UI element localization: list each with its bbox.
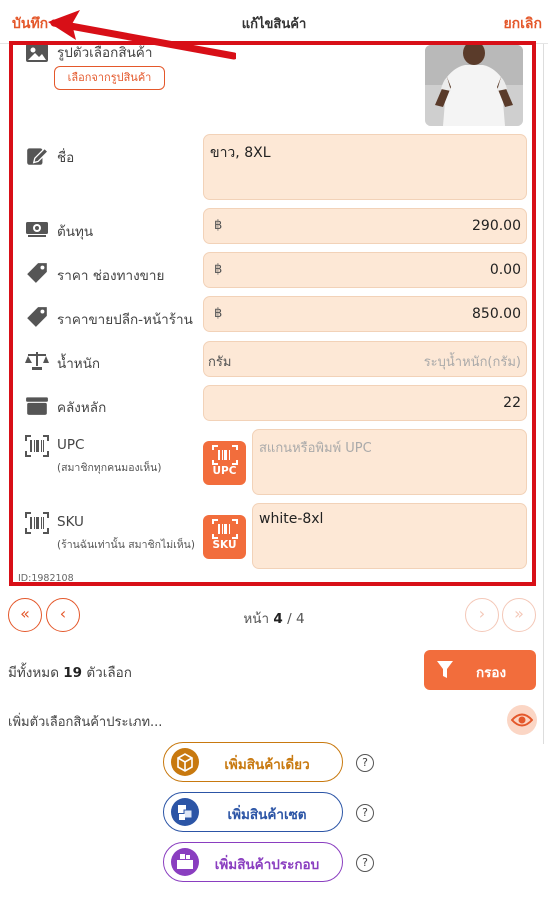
weight-unit: กรัม [208,355,232,370]
barcode-scan-icon [211,519,238,539]
tag-icon [27,263,47,283]
total-pages: 4 [295,611,305,627]
choose-from-product-photos-button[interactable]: เลือกจากรูปสินค้า [54,66,165,90]
barcode-icon [25,435,49,457]
upc-placeholder: สแกนหรือพิมพ์ UPC [259,441,372,456]
variant-count: 19 [63,665,83,681]
retail-price-value: 850.00 [472,306,521,322]
edit-icon [27,147,49,165]
image-icon [26,45,48,62]
scan-sku-button[interactable]: SKU [203,515,246,559]
barcode-scan-icon [211,445,238,465]
name-value: ขาว, 8XL [210,145,271,161]
sku-label: SKU [57,514,84,530]
channel-price-field[interactable]: ฿ 0.00 [203,252,527,288]
current-page: 4 [273,611,283,627]
weight-placeholder: ระบุน้ำหนัก(กรัม) [423,355,521,370]
add-set-product-button[interactable]: เพิ่มสินค้าเซต [163,792,343,832]
page-word: หน้า [243,611,270,627]
box-icon [26,397,48,415]
channel-price-currency: ฿ [214,262,223,277]
photo-label: รูปตัวเลือกสินค้า [57,45,153,61]
retail-price-label: ราคาขายปลีก-หน้าร้าน [57,312,193,328]
weight-field[interactable]: กรัม ระบุน้ำหนัก(กรัม) [203,341,527,377]
add-variant-type-label: เพิ่มตัวเลือกสินค้าประเภท... [8,715,163,730]
retail-price-field[interactable]: ฿ 850.00 [203,296,527,332]
upc-sublabel: (สมาชิกทุกคนมองเห็น) [57,462,162,474]
variant-id: ID:1982108 [18,573,74,584]
upc-label: UPC [57,437,85,453]
scan-sku-label: SKU [212,539,237,551]
name-label: ชื่อ [57,150,75,166]
warehouse-stock-field[interactable]: 22 [203,385,527,421]
next-page-button[interactable]: › [465,598,499,632]
warehouse-stock-value: 22 [503,395,521,411]
sku-field[interactable]: white-8xl [252,503,527,569]
variant-editor-panel: รูปตัวเลือกสินค้า เลือกจากรูปสินค้า ชื่อ… [9,41,536,586]
barcode-icon [25,512,49,534]
cost-currency: ฿ [214,218,223,233]
summary-suffix: ตัวเลือก [86,665,132,681]
add-single-product-button[interactable]: เพิ่มสินค้าเดี่ยว [163,742,343,782]
cost-label: ต้นทุน [57,224,94,240]
variant-photo[interactable] [425,45,523,126]
add-single-label: เพิ่มสินค้าเดี่ยว [224,757,310,773]
scan-upc-button[interactable]: UPC [203,441,246,485]
channel-price-label: ราคา ช่องทางขาย [57,268,165,284]
sku-sublabel: (ร้านฉันเท่านั้น สมาชิกไม่เห็น) [57,539,195,551]
help-icon[interactable]: ? [356,854,374,872]
summary-prefix: มีทั้งหมด [8,665,59,681]
cancel-button[interactable]: ยกเลิก [503,13,542,35]
toggle-visibility-button[interactable] [507,705,537,735]
sku-value: white-8xl [259,511,324,527]
filter-label: กรอง [476,665,507,681]
eye-icon [511,713,533,727]
weight-label: น้ำหนัก [57,356,101,372]
last-page-button[interactable]: » [502,598,536,632]
variant-count-summary: มีทั้งหมด 19 ตัวเลือก [8,661,132,683]
scan-upc-label: UPC [212,465,237,477]
page-separator: / [287,611,292,627]
pager: « ‹ หน้า 4 / 4 › » [0,598,548,632]
add-composite-label: เพิ่มสินค้าประกอบ [214,857,320,873]
cost-value: 290.00 [472,218,521,234]
help-icon[interactable]: ? [356,804,374,822]
name-field[interactable]: ขาว, 8XL [203,134,527,200]
filter-icon [437,661,453,678]
warehouse-label: คลังหลัก [57,400,107,416]
retail-price-currency: ฿ [214,306,223,321]
tag-icon [27,307,47,327]
channel-price-value: 0.00 [489,262,521,278]
help-icon[interactable]: ? [356,754,374,772]
page-title: แก้ไขสินค้า [241,17,307,32]
side-divider [543,44,544,744]
cost-field[interactable]: ฿ 290.00 [203,208,527,244]
scale-icon [25,352,49,370]
add-set-label: เพิ่มสินค้าเซต [227,807,307,823]
filter-button[interactable]: กรอง [424,650,536,690]
add-composite-product-button[interactable]: เพิ่มสินค้าประกอบ [163,842,343,882]
money-icon [26,222,48,237]
upc-field[interactable]: สแกนหรือพิมพ์ UPC [252,429,527,495]
top-bar: บันทึก แก้ไขสินค้า ยกเลิก [0,0,548,44]
